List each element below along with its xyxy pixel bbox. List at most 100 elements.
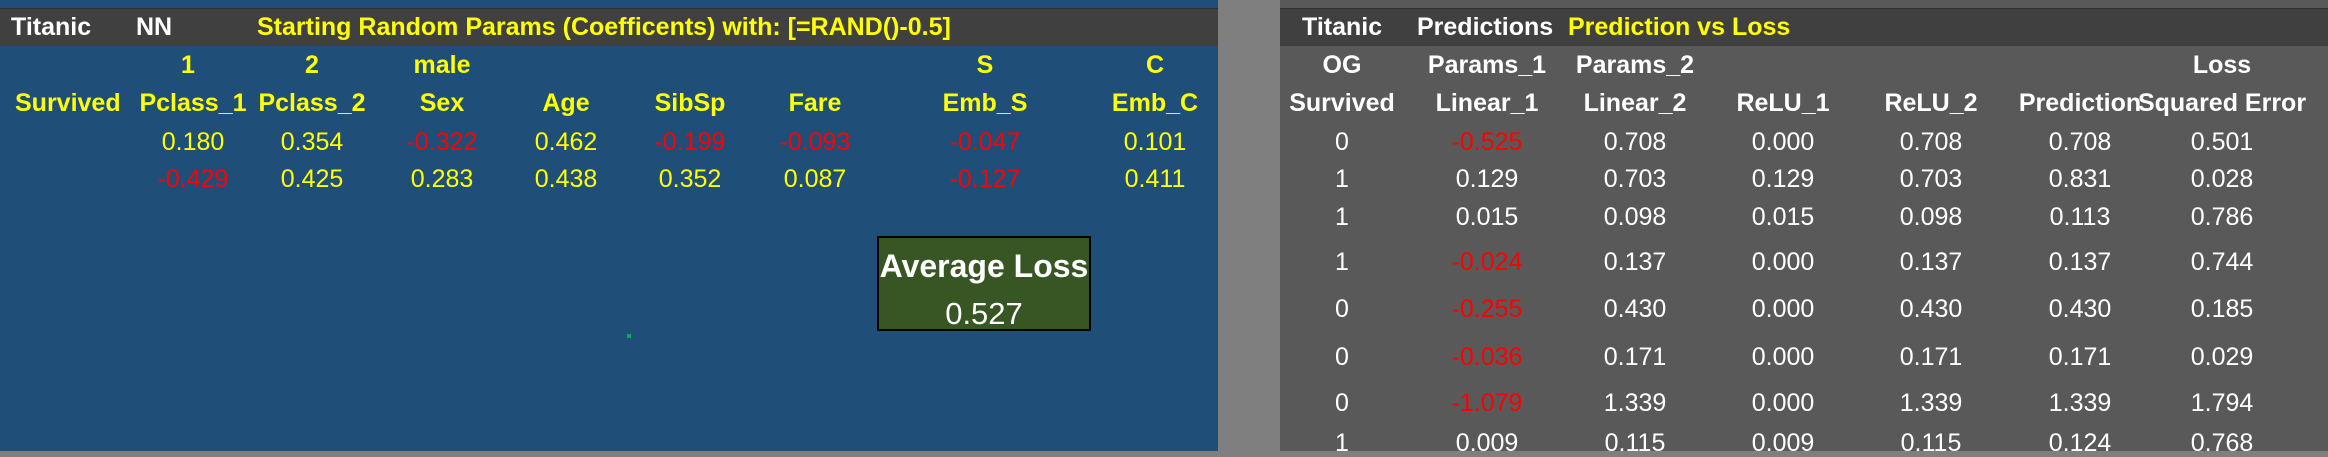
sheet-name-cell[interactable]: Titanic [11, 15, 91, 40]
group-cell-og[interactable]: OG [1323, 53, 1362, 78]
prediction-cell[interactable]: 0 [1335, 391, 1349, 416]
header-cell-squared-error[interactable]: Squared Error [2138, 91, 2306, 116]
model-name-cell[interactable]: NN [136, 15, 172, 40]
prediction-cell[interactable]: 1.794 [2191, 391, 2254, 416]
prediction-cell[interactable]: 0.786 [2191, 205, 2254, 230]
prediction-cell[interactable]: -1.079 [1452, 391, 1523, 416]
group-cell-sex[interactable]: male [414, 53, 471, 78]
header-cell-fare[interactable]: Fare [789, 91, 842, 116]
header-cell-age[interactable]: Age [542, 91, 589, 116]
param-cell[interactable]: 0.101 [1124, 130, 1187, 155]
prediction-cell[interactable]: 0 [1335, 345, 1349, 370]
param-cell[interactable]: 0.180 [162, 130, 225, 155]
prediction-cell[interactable]: 1 [1335, 167, 1349, 192]
prediction-cell[interactable]: 1 [1335, 250, 1349, 275]
prediction-cell[interactable]: 0.009 [1456, 431, 1519, 456]
prediction-cell[interactable]: 0.000 [1752, 345, 1815, 370]
prediction-cell[interactable]: 0.000 [1752, 391, 1815, 416]
header-cell-relu1[interactable]: ReLU_1 [1736, 91, 1829, 116]
prediction-cell[interactable]: 0.708 [2049, 130, 2112, 155]
prediction-cell[interactable]: 0.029 [2191, 345, 2254, 370]
prediction-cell[interactable]: 0.171 [1604, 345, 1667, 370]
group-cell-loss[interactable]: Loss [2193, 53, 2251, 78]
prediction-cell[interactable]: -0.024 [1452, 250, 1523, 275]
prediction-cell[interactable]: 0.708 [1900, 130, 1963, 155]
param-cell[interactable]: 0.411 [1125, 167, 1186, 192]
prediction-cell[interactable]: 0.430 [2049, 297, 2112, 322]
header-cell-prediction[interactable]: Prediction [2019, 91, 2141, 116]
param-cell[interactable]: 0.087 [784, 167, 847, 192]
prediction-cell[interactable]: -0.036 [1452, 345, 1523, 370]
prediction-cell[interactable]: 0 [1335, 130, 1349, 155]
header-cell-emb-s[interactable]: Emb_S [943, 91, 1028, 116]
params-heading-cell[interactable]: Starting Random Params (Coefficents) wit… [257, 15, 951, 40]
average-loss-box[interactable]: Average Loss 0.527 [877, 236, 1091, 331]
prediction-cell[interactable]: 0.501 [2191, 130, 2254, 155]
prediction-cell[interactable]: 1.339 [1900, 391, 1963, 416]
prediction-cell[interactable]: 0.098 [1900, 205, 1963, 230]
group-cell-pclass1[interactable]: 1 [181, 53, 195, 78]
prediction-cell[interactable]: 0.703 [1604, 167, 1667, 192]
param-cell[interactable]: -0.199 [655, 130, 726, 155]
prediction-cell[interactable]: 0.430 [1900, 297, 1963, 322]
prediction-cell[interactable]: 0.124 [2049, 431, 2112, 456]
param-cell[interactable]: 0.425 [281, 167, 344, 192]
param-cell[interactable]: -0.093 [780, 130, 851, 155]
prediction-cell[interactable]: 0.831 [2049, 167, 2112, 192]
prediction-cell[interactable]: 0.129 [1456, 167, 1519, 192]
prediction-cell[interactable]: 0.137 [1604, 250, 1667, 275]
group-cell-emb-s[interactable]: S [977, 53, 994, 78]
prediction-cell[interactable]: 0.113 [2050, 205, 2111, 230]
param-cell[interactable]: 0.354 [281, 130, 344, 155]
sheet-name-cell[interactable]: Titanic [1302, 15, 1382, 40]
prediction-cell[interactable]: 0.137 [1900, 250, 1963, 275]
prediction-cell[interactable]: 0.137 [2049, 250, 2112, 275]
prediction-cell[interactable]: 0.000 [1752, 130, 1815, 155]
param-cell[interactable]: -0.047 [950, 130, 1021, 155]
header-cell-sex[interactable]: Sex [420, 91, 464, 116]
param-cell[interactable]: 0.283 [411, 167, 474, 192]
header-cell-relu2[interactable]: ReLU_2 [1884, 91, 1977, 116]
prediction-cell[interactable]: 0.000 [1752, 250, 1815, 275]
group-cell-params1[interactable]: Params_1 [1428, 53, 1546, 78]
header-cell-linear1[interactable]: Linear_1 [1436, 91, 1539, 116]
prediction-cell[interactable]: 1.339 [1604, 391, 1667, 416]
param-cell[interactable]: 0.352 [659, 167, 722, 192]
prediction-cell[interactable]: 0.115 [1901, 431, 1962, 456]
prediction-cell[interactable]: 1 [1335, 205, 1349, 230]
param-cell[interactable]: -0.322 [407, 130, 478, 155]
prediction-cell[interactable]: 0.115 [1605, 431, 1666, 456]
param-cell[interactable]: -0.429 [158, 167, 229, 192]
prediction-cell[interactable]: 0.708 [1604, 130, 1667, 155]
prediction-cell[interactable]: 0.171 [2049, 345, 2112, 370]
prediction-cell[interactable]: 0 [1335, 297, 1349, 322]
header-cell-pclass2[interactable]: Pclass_2 [258, 91, 365, 116]
prediction-cell[interactable]: 0.129 [1752, 167, 1815, 192]
header-cell-survived[interactable]: Survived [15, 91, 121, 116]
prediction-cell[interactable]: 0.185 [2191, 297, 2254, 322]
prediction-cell[interactable]: 1 [1335, 431, 1349, 456]
group-cell-pclass2[interactable]: 2 [305, 53, 319, 78]
prediction-cell[interactable]: 0.098 [1604, 205, 1667, 230]
prediction-cell[interactable]: 0.015 [1752, 205, 1815, 230]
prediction-cell[interactable]: 0.744 [2191, 250, 2254, 275]
prediction-cell[interactable]: 1.339 [2049, 391, 2112, 416]
prediction-cell[interactable]: 0.703 [1900, 167, 1963, 192]
prediction-cell[interactable]: 0.171 [1900, 345, 1963, 370]
header-cell-linear2[interactable]: Linear_2 [1584, 91, 1687, 116]
prediction-cell[interactable]: 0.009 [1752, 431, 1815, 456]
predictions-heading-cell[interactable]: Prediction vs Loss [1568, 15, 1790, 40]
group-cell-params2[interactable]: Params_2 [1576, 53, 1694, 78]
prediction-cell[interactable]: -0.255 [1452, 297, 1523, 322]
header-cell-emb-c[interactable]: Emb_C [1112, 91, 1198, 116]
prediction-cell[interactable]: 0.015 [1456, 205, 1519, 230]
header-cell-sibsp[interactable]: SibSp [655, 91, 726, 116]
prediction-cell[interactable]: 0.430 [1604, 297, 1667, 322]
header-cell-pclass1[interactable]: Pclass_1 [139, 91, 246, 116]
prediction-cell[interactable]: 0.768 [2191, 431, 2254, 456]
section-name-cell[interactable]: Predictions [1417, 15, 1553, 40]
prediction-cell[interactable]: 0.000 [1752, 297, 1815, 322]
group-cell-emb-c[interactable]: C [1146, 53, 1164, 78]
param-cell[interactable]: 0.462 [535, 130, 598, 155]
param-cell[interactable]: 0.438 [535, 167, 598, 192]
